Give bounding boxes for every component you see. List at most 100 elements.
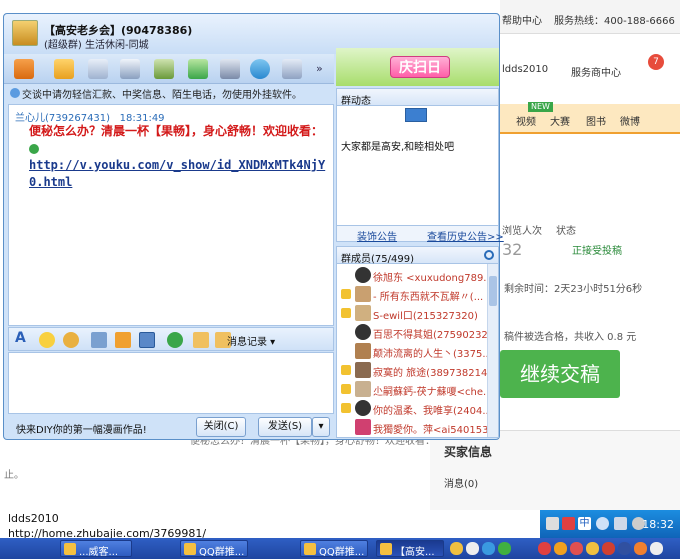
task-button-qq-2[interactable]: QQ群推... bbox=[300, 540, 368, 557]
history-announcement-link[interactable]: 查看历史公告>> bbox=[427, 228, 504, 243]
close-button[interactable]: 关闭(C) bbox=[196, 417, 246, 437]
member-row[interactable]: 你的温柔、我唯享(2404... bbox=[337, 399, 487, 418]
member-row[interactable]: 徐旭东 <xuxudong789... bbox=[337, 266, 487, 285]
member-name: 寂寞的 旅途(389738214) bbox=[373, 368, 487, 379]
promo-banner[interactable]: 庆扫日 bbox=[336, 48, 499, 86]
messages-link[interactable]: 消息(0) bbox=[444, 475, 478, 490]
new-tag: NEW bbox=[528, 102, 553, 112]
notification-badge[interactable]: 7 bbox=[648, 54, 664, 70]
document-icon[interactable] bbox=[88, 59, 108, 79]
tray-app-icon[interactable] bbox=[466, 542, 479, 555]
member-scrollbar[interactable] bbox=[487, 264, 498, 437]
tray-app-icon[interactable] bbox=[450, 542, 463, 555]
font-icon[interactable]: A bbox=[15, 330, 26, 346]
task-label: ...威客... bbox=[79, 547, 119, 557]
emoji-icon[interactable] bbox=[39, 332, 55, 348]
clock[interactable]: 18:32 bbox=[642, 518, 674, 531]
diy-comic-ad[interactable]: 快来DIY你的第一幅漫画作品! bbox=[16, 421, 147, 436]
member-avatar bbox=[355, 267, 371, 283]
tray-app-icon[interactable] bbox=[498, 542, 511, 555]
task-stats: 浏览人次 32 状态 正接受投稿 剩余时间：2天23小时51分6秒 稿件被选合格… bbox=[500, 210, 680, 343]
member-list[interactable]: 徐旭东 <xuxudong789... - 所有东西就不瓦解〃(... S-ew… bbox=[336, 264, 499, 438]
screenshot-icon[interactable] bbox=[139, 332, 155, 348]
service-center-link[interactable]: 服务商中心 bbox=[571, 64, 621, 79]
member-name: 颠沛流离的人生丶(3375... bbox=[373, 349, 487, 360]
app-icon[interactable] bbox=[154, 59, 174, 79]
member-avatar bbox=[355, 400, 371, 416]
chat-bottom-bar: 快来DIY你的第一幅漫画作品! 关闭(C) 发送(S) ▾ bbox=[8, 416, 334, 438]
send-button[interactable]: 发送(S) bbox=[258, 417, 312, 437]
status-username: ldds2010 bbox=[8, 512, 59, 525]
system-tray: 中 18:32 bbox=[540, 510, 680, 538]
folder-icon[interactable] bbox=[54, 59, 74, 79]
member-row[interactable]: 百思不得其姐(275902329) bbox=[337, 323, 487, 342]
image-icon[interactable] bbox=[91, 332, 107, 348]
message-link[interactable]: http://v.youku.com/v_show/id_XNDMxMTk4Nj… bbox=[29, 157, 331, 191]
category-item-books[interactable]: 图书 bbox=[586, 113, 606, 128]
member-row[interactable]: S-ewil口(215327320) bbox=[337, 304, 487, 323]
s-logo-icon[interactable] bbox=[167, 332, 183, 348]
member-row[interactable]: 颠沛流离的人生丶(3375... bbox=[337, 342, 487, 361]
s-input-icon[interactable] bbox=[562, 517, 575, 530]
chinese-ime-icon[interactable]: 中 bbox=[578, 517, 591, 530]
member-name: - 所有东西就不瓦解〃(... bbox=[373, 292, 484, 303]
group-avatar[interactable] bbox=[12, 20, 38, 46]
announcement-text: 大家都是高安,和睦相处吧 bbox=[341, 142, 455, 153]
category-item-weibo[interactable]: 微博 bbox=[620, 113, 640, 128]
username-link[interactable]: ldds2010 bbox=[502, 64, 548, 75]
message-input[interactable] bbox=[8, 352, 334, 414]
category-bar: 视频 大赛 图书 微博 bbox=[500, 104, 680, 134]
home-icon[interactable] bbox=[14, 59, 34, 79]
member-name: 百思不得其姐(275902329) bbox=[373, 330, 487, 341]
help-center-link[interactable]: 帮助中心 bbox=[502, 12, 542, 27]
message-history[interactable]: 兰心儿(739267431) 18:31:49 便秘怎么办？清晨一杯【果畅】，身… bbox=[8, 104, 334, 326]
keyboard-layout-icon[interactable] bbox=[614, 517, 627, 530]
gift-icon[interactable] bbox=[193, 332, 209, 348]
tools-icon[interactable] bbox=[220, 59, 240, 79]
member-row[interactable]: 我獨愛你。萍<ai540153... bbox=[337, 418, 487, 437]
tray-app-icon[interactable] bbox=[634, 542, 647, 555]
tray-app-icon[interactable] bbox=[618, 542, 631, 555]
member-row[interactable]: 寂寞的 旅途(389738214) bbox=[337, 361, 487, 380]
decorate-announcement-link[interactable]: 装饰公告 bbox=[357, 228, 397, 243]
format-toolbar: A 消息记录 ▾ bbox=[8, 327, 334, 351]
tray-app-icon[interactable] bbox=[554, 542, 567, 555]
tray-app-icon[interactable] bbox=[586, 542, 599, 555]
member-avatar bbox=[355, 286, 371, 302]
member-row[interactable]: - 所有东西就不瓦解〃(... bbox=[337, 285, 487, 304]
send-options-chevron-icon[interactable]: ▾ bbox=[312, 417, 330, 437]
keyboard-icon[interactable] bbox=[546, 517, 559, 530]
message-text: 便秘怎么办？清晨一杯【果畅】，身心舒畅！欢迎收看： bbox=[29, 124, 324, 138]
task-button-weike[interactable]: ...威客... bbox=[60, 540, 132, 557]
tray-app-icon[interactable] bbox=[538, 542, 551, 555]
announcement-icon[interactable] bbox=[405, 108, 427, 122]
tray-app-icon[interactable] bbox=[570, 542, 583, 555]
s-service-icon[interactable] bbox=[250, 59, 270, 79]
category-item-video[interactable]: 视频 bbox=[516, 113, 536, 128]
tray-app-icon[interactable] bbox=[602, 542, 615, 555]
magic-emoji-icon[interactable] bbox=[63, 332, 79, 348]
member-avatar bbox=[355, 324, 371, 340]
page-left-strip: 便秘怎么办？清晨一杯【果畅】，身心舒畅！欢迎收看： http://v.youku… bbox=[0, 430, 679, 510]
task-button-qq-1[interactable]: QQ群推... bbox=[180, 540, 248, 557]
task-buttons-row: ...威客... QQ群推... QQ群推... 【高安... bbox=[0, 538, 680, 559]
album-icon[interactable] bbox=[120, 59, 140, 79]
settings-icon[interactable] bbox=[282, 59, 302, 79]
music-icon[interactable] bbox=[115, 332, 131, 348]
category-item-contest[interactable]: 大赛 bbox=[550, 113, 570, 128]
tray-app-icon[interactable] bbox=[650, 542, 663, 555]
toolbar-more-icon[interactable]: » bbox=[316, 62, 323, 75]
tray-app-icon[interactable] bbox=[482, 542, 495, 555]
member-name: 尐嗣蘇鈣-茯ナ蘇嗄<che... bbox=[373, 387, 487, 398]
scrollbar-thumb[interactable] bbox=[489, 276, 497, 306]
share-icon[interactable] bbox=[188, 59, 208, 79]
moon-icon[interactable] bbox=[596, 517, 609, 530]
members-header: 群成员(75/499) bbox=[336, 246, 499, 265]
continue-submit-button[interactable]: 继续交稿 bbox=[500, 350, 620, 398]
buyer-info-panel: 买家信息 消息(0) bbox=[430, 430, 680, 510]
member-row[interactable]: 尐嗣蘇鈣-茯ナ蘇嗄<che... bbox=[337, 380, 487, 399]
search-icon[interactable] bbox=[484, 250, 494, 260]
viewers-value: 32 bbox=[502, 240, 523, 259]
message-record-button[interactable]: 消息记录 ▾ bbox=[227, 333, 275, 348]
task-button-gaoan[interactable]: 【高安... bbox=[376, 540, 444, 557]
